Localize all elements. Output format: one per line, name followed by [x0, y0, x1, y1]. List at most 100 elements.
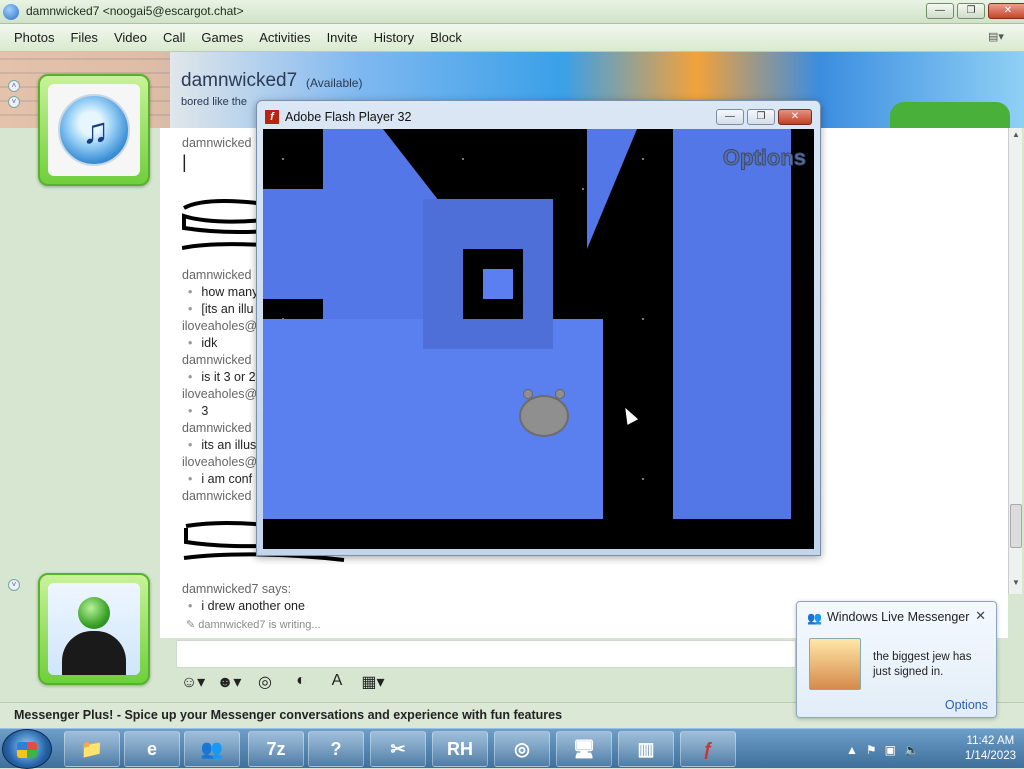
- network-icon[interactable]: ▣: [885, 743, 896, 757]
- text-cursor: |: [182, 152, 187, 172]
- notification-body: the biggest jew has just signed in.: [873, 651, 972, 678]
- 7zip-icon[interactable]: 7z: [248, 731, 304, 767]
- expand-arrow-icon[interactable]: ˅: [8, 96, 20, 108]
- options-menu-icon[interactable]: ▤▾: [988, 30, 1010, 46]
- chat-message: is it 3 or 2: [188, 370, 255, 384]
- start-button[interactable]: [2, 729, 52, 769]
- messenger-buddy-icon: 👥: [807, 611, 822, 625]
- scroll-up-arrow-icon[interactable]: ▲: [1010, 130, 1022, 142]
- input-toolbar: ☺▾ ☻▾ ◎ ◐ A ▦▾: [180, 672, 386, 692]
- contact-name: damnwicked7: [181, 70, 298, 91]
- flash-window-title: Adobe Flash Player 32: [285, 110, 412, 124]
- message-input[interactable]: [176, 640, 796, 668]
- menu-history[interactable]: History: [366, 30, 422, 45]
- messenger-icon[interactable]: 👥: [184, 731, 240, 767]
- contact-avatar[interactable]: ♫: [38, 74, 150, 186]
- typing-text: damnwicked7 is writing...: [198, 619, 321, 631]
- chrome-icon[interactable]: ◎: [494, 731, 550, 767]
- window-controls: — ❐ ✕: [926, 3, 1024, 19]
- maximize-button[interactable]: ❐: [957, 3, 985, 19]
- menu-files[interactable]: Files: [62, 30, 105, 45]
- wink-icon[interactable]: ☻▾: [216, 672, 242, 692]
- itunes-icon: ♫: [58, 94, 130, 166]
- menu-call[interactable]: Call: [155, 30, 193, 45]
- chat-message: i drew another one: [188, 599, 305, 613]
- notification-options-link[interactable]: Options: [945, 698, 988, 712]
- emoticon-icon[interactable]: ☺▾: [180, 672, 206, 692]
- ie-icon[interactable]: e: [124, 731, 180, 767]
- bush-decoration: [890, 102, 1010, 128]
- volume-icon[interactable]: 🔈: [904, 743, 919, 757]
- voice-clip-icon[interactable]: ◐: [288, 672, 314, 692]
- avatar-picture: ♫: [48, 84, 140, 176]
- contact-picture: [809, 638, 861, 690]
- flash-close-button[interactable]: ✕: [778, 109, 812, 125]
- menu-activities[interactable]: Activities: [251, 30, 318, 45]
- minimize-button[interactable]: —: [926, 3, 954, 19]
- default-user-icon: [48, 583, 140, 675]
- flash-icon: f: [265, 110, 279, 124]
- flash-window-controls: — ❐ ✕: [716, 109, 812, 125]
- clock-date: 1/14/2023: [964, 750, 1016, 762]
- clock[interactable]: 11:42 AM 1/14/2023: [965, 734, 1016, 764]
- chat-sender: damnwicked: [182, 268, 252, 282]
- avatar-picture: [48, 583, 140, 675]
- chat-message: how many: [188, 285, 258, 299]
- tunnel-end-core: [483, 269, 513, 299]
- expand-arrow-icon[interactable]: ˅: [8, 579, 20, 591]
- close-button[interactable]: ✕: [988, 3, 1024, 19]
- contact-personal-message: bored like the: [181, 96, 248, 108]
- scrollbar-thumb[interactable]: [1010, 504, 1022, 548]
- font-icon[interactable]: A: [324, 672, 350, 692]
- game-canvas[interactable]: Options: [263, 129, 814, 549]
- flash-minimize-button[interactable]: —: [716, 109, 744, 125]
- chat-sender: damnwicked: [182, 489, 252, 503]
- computer-icon[interactable]: 🖥: [556, 731, 612, 767]
- menu-invite[interactable]: Invite: [319, 30, 366, 45]
- player-creature: [519, 389, 569, 437]
- winrar-icon[interactable]: ▥: [618, 731, 674, 767]
- tunnel-wall: [673, 129, 791, 529]
- contact-status: (Available): [306, 76, 363, 90]
- messenger-icon: [3, 4, 19, 20]
- chat-message: idk: [188, 336, 217, 350]
- nudge-icon[interactable]: ◎: [252, 672, 278, 692]
- chat-message: its an illus: [188, 438, 256, 452]
- bottom-edge: [263, 519, 814, 549]
- notification-close-icon[interactable]: ✕: [975, 608, 986, 624]
- statusbar-text: Messenger Plus! - Spice up your Messenge…: [14, 708, 563, 722]
- menu-photos[interactable]: Photos: [6, 30, 62, 45]
- background-icon[interactable]: ▦▾: [360, 672, 386, 692]
- menu-video[interactable]: Video: [106, 30, 155, 45]
- scroll-down-arrow-icon[interactable]: ▼: [1010, 578, 1022, 590]
- chat-message: i am conf: [188, 472, 252, 486]
- menu-bar: Photos Files Video Call Games Activities…: [0, 24, 1024, 52]
- signin-notification[interactable]: 👥 Windows Live Messenger ✕ the biggest j…: [796, 601, 997, 718]
- taskbar: 📁 e 👥 7z ? ✂ RH ◎ 🖥 ▥ ƒ ▲ ⚑ ▣ 🔈 11:42 AM…: [0, 728, 1024, 769]
- tray-arrow-icon[interactable]: ▲: [846, 743, 858, 757]
- game-options-button[interactable]: Options: [722, 145, 806, 171]
- help-icon[interactable]: ?: [308, 731, 364, 767]
- menu-block[interactable]: Block: [422, 30, 470, 45]
- my-avatar[interactable]: [38, 573, 150, 685]
- rh-icon[interactable]: RH: [432, 731, 488, 767]
- chat-sender: damnwicked: [182, 421, 252, 435]
- chat-sender: damnwicked: [182, 353, 252, 367]
- chat-message: [its an illu: [188, 302, 253, 316]
- explorer-icon[interactable]: 📁: [64, 731, 120, 767]
- flash-icon[interactable]: ƒ: [680, 731, 736, 767]
- chat-sender: damnwicked: [182, 136, 252, 150]
- chat-message: 3: [188, 404, 208, 418]
- flash-player-window[interactable]: f Adobe Flash Player 32 — ❐ ✕ Options: [256, 100, 821, 556]
- typing-indicator: ✎ damnwicked7 is writing...: [186, 618, 321, 631]
- window-titlebar: damnwicked7 <noogai5@escargot.chat> — ❐ …: [0, 0, 1024, 24]
- menu-games[interactable]: Games: [193, 30, 251, 45]
- chat-sender: iloveaholes@: [182, 387, 258, 401]
- flash-maximize-button[interactable]: ❐: [747, 109, 775, 125]
- chat-scrollbar[interactable]: ▲ ▼: [1008, 128, 1022, 594]
- flag-icon[interactable]: ⚑: [866, 743, 877, 757]
- collapse-arrow-icon[interactable]: ˄: [8, 80, 20, 92]
- window-title: damnwicked7 <noogai5@escargot.chat>: [26, 4, 244, 18]
- pencil-icon: ✎: [186, 619, 199, 631]
- snipping-icon[interactable]: ✂: [370, 731, 426, 767]
